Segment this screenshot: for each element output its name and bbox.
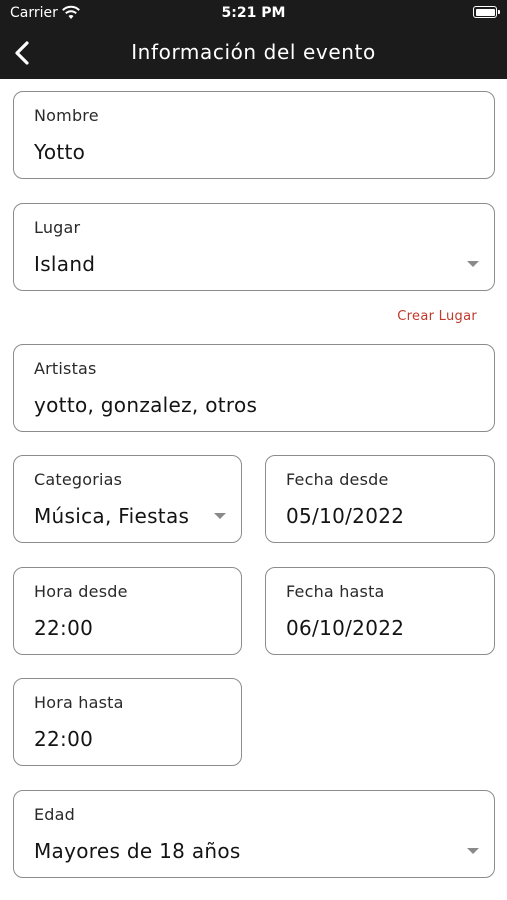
lugar-label: Lugar	[34, 218, 81, 237]
status-bar: Carrier 5:21 PM	[0, 0, 507, 28]
nombre-value: Yotto	[34, 140, 86, 164]
status-time: 5:21 PM	[221, 5, 286, 21]
categorias-value: Música, Fiestas	[34, 504, 190, 528]
nombre-field[interactable]: Nombre Yotto	[13, 91, 495, 179]
fecha-desde-value: 05/10/2022	[286, 504, 405, 528]
hora-hasta-label: Hora hasta	[34, 693, 124, 712]
battery-icon	[473, 6, 500, 18]
edad-label: Edad	[34, 805, 76, 824]
lugar-value: Island	[34, 252, 96, 276]
hora-hasta-value: 22:00	[34, 727, 94, 751]
chevron-down-icon	[467, 261, 479, 267]
fecha-hasta-field[interactable]: Fecha hasta 06/10/2022	[265, 567, 495, 655]
hora-desde-label: Hora desde	[34, 582, 128, 601]
artistas-field[interactable]: Artistas yotto, gonzalez, otros	[13, 344, 495, 432]
fecha-desde-field[interactable]: Fecha desde 05/10/2022	[265, 455, 495, 543]
top-bar: Carrier 5:21 PM Información del evento	[0, 0, 507, 79]
edad-select[interactable]: Edad Mayores de 18 años	[13, 790, 495, 878]
fecha-desde-label: Fecha desde	[286, 470, 389, 489]
hora-desde-value: 22:00	[34, 616, 94, 640]
artistas-label: Artistas	[34, 359, 97, 378]
artistas-value: yotto, gonzalez, otros	[34, 393, 258, 417]
hora-desde-field[interactable]: Hora desde 22:00	[13, 567, 242, 655]
categorias-select[interactable]: Categorias Música, Fiestas	[13, 455, 242, 543]
navigation-bar: Información del evento	[0, 28, 507, 79]
fecha-hasta-value: 06/10/2022	[286, 616, 405, 640]
chevron-down-icon	[467, 848, 479, 854]
edad-value: Mayores de 18 años	[34, 839, 241, 863]
lugar-select[interactable]: Lugar Island	[13, 203, 495, 291]
hora-hasta-field[interactable]: Hora hasta 22:00	[13, 678, 242, 766]
crear-lugar-link[interactable]: Crear Lugar	[397, 309, 477, 324]
nombre-label: Nombre	[34, 106, 99, 125]
fecha-hasta-label: Fecha hasta	[286, 582, 385, 601]
categorias-label: Categorias	[34, 470, 123, 489]
chevron-down-icon	[214, 513, 226, 519]
page-title: Información del evento	[131, 40, 376, 64]
